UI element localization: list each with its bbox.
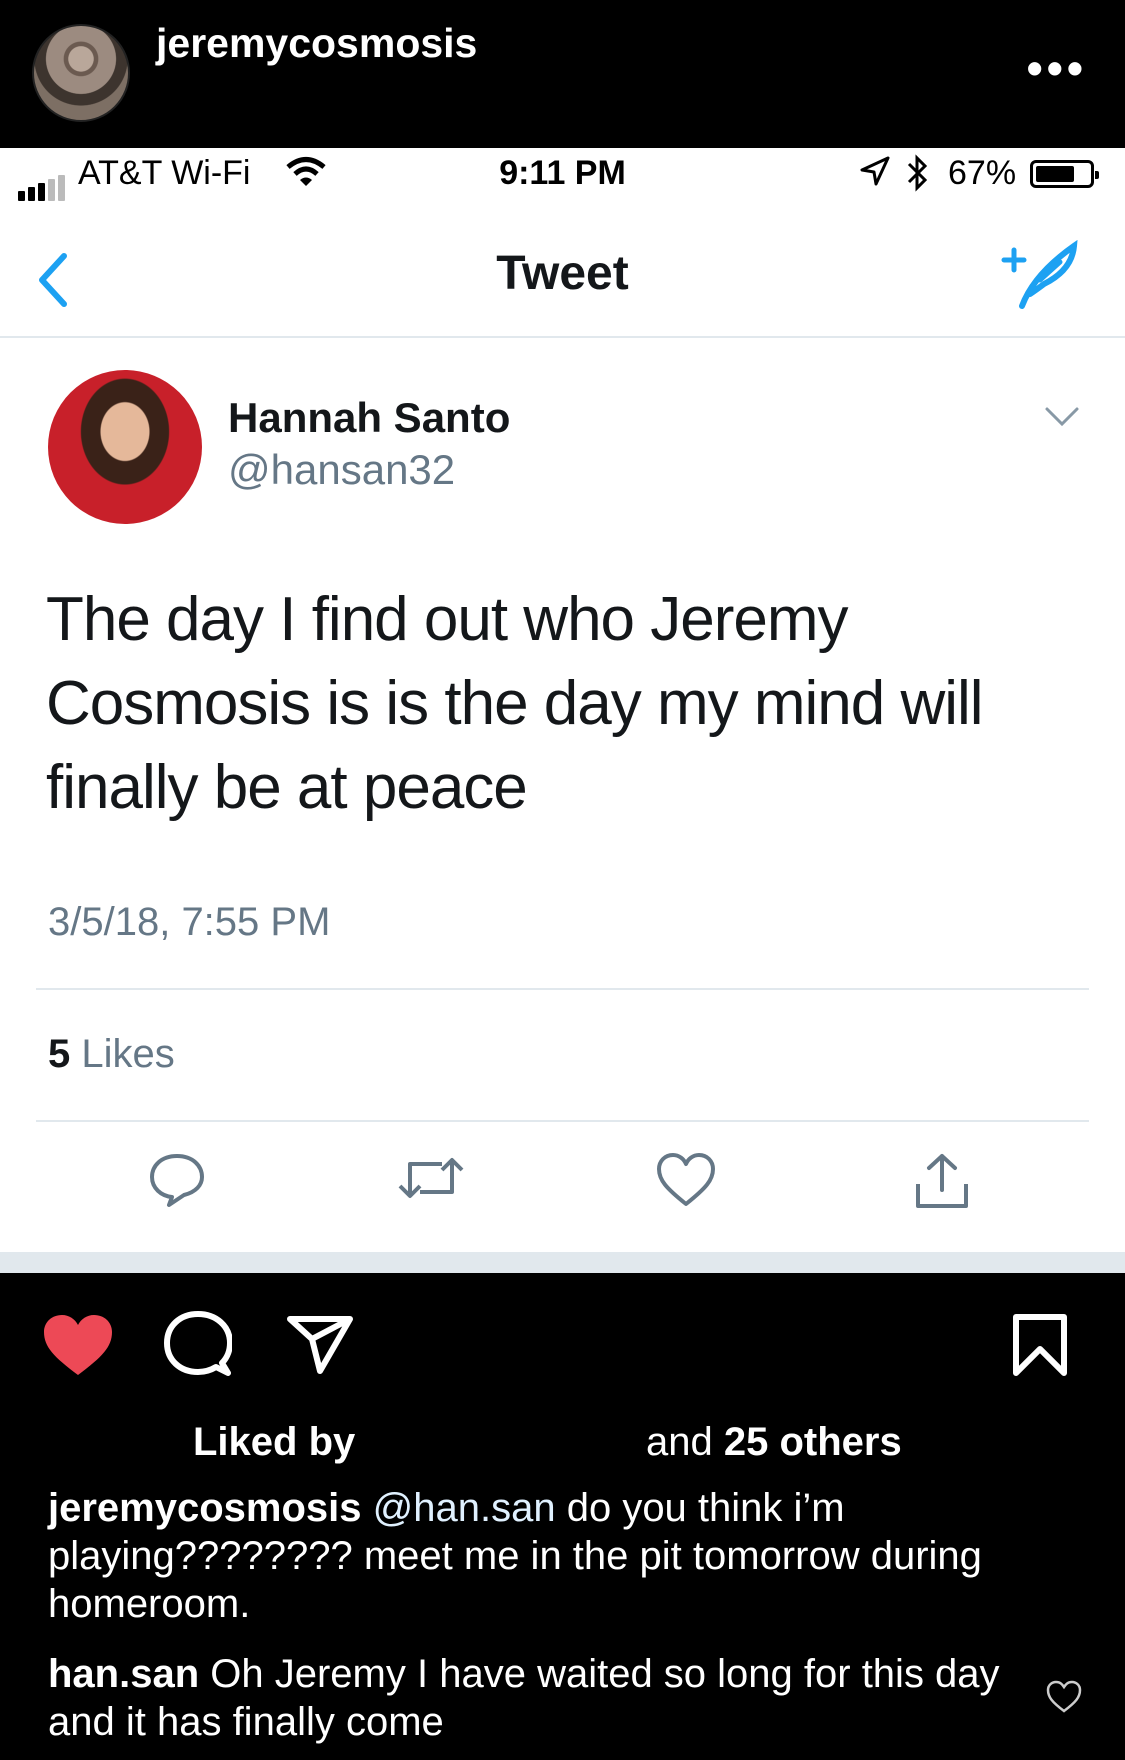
status-bar: AT&T Wi-Fi 9:11 PM 67% <box>0 148 1125 201</box>
author-name[interactable]: Hannah Santo <box>228 394 510 442</box>
bookmark-icon[interactable] <box>1012 1313 1068 1382</box>
heart-outline-icon[interactable] <box>1046 1680 1082 1719</box>
reply-icon[interactable] <box>148 1152 206 1213</box>
likes-label: Likes <box>70 1032 175 1076</box>
post-username[interactable]: jeremycosmosis <box>156 20 477 67</box>
tweet-text: The day I find out who Jeremy Cosmosis i… <box>46 585 984 822</box>
liked-by-prefix: Liked by <box>193 1420 356 1464</box>
tweet-navbar: Tweet <box>0 208 1125 338</box>
bluetooth-icon <box>905 154 931 201</box>
author-avatar[interactable] <box>48 370 202 524</box>
more-options-icon[interactable]: ••• <box>1027 45 1087 91</box>
battery-percent: 67% <box>948 154 1017 192</box>
share-icon[interactable] <box>286 1313 354 1380</box>
heart-filled-icon[interactable] <box>42 1313 114 1382</box>
tweet-timestamp: 3/5/18, 7:55 PM <box>48 900 331 944</box>
like-heart-icon[interactable] <box>656 1152 716 1213</box>
instagram-post-header: jeremycosmosis ••• <box>0 0 1125 148</box>
chevron-down-icon[interactable] <box>1044 406 1080 433</box>
likes-count[interactable]: 5 Likes <box>48 1032 175 1077</box>
profile-avatar[interactable] <box>32 24 130 122</box>
comment-mention[interactable]: @han.san <box>373 1486 556 1530</box>
divider <box>36 988 1089 990</box>
divider <box>36 1120 1089 1122</box>
likes-number: 5 <box>48 1032 71 1076</box>
author-handle[interactable]: @hansan32 <box>228 446 455 494</box>
liked-by-count: 25 others <box>723 1420 902 1464</box>
comment-username[interactable]: han.san <box>48 1652 199 1696</box>
page-title: Tweet <box>496 247 629 300</box>
compose-tweet-icon[interactable] <box>1000 239 1080 315</box>
caption: jeremycosmosis @han.san do you think i’m… <box>48 1484 1028 1628</box>
location-icon <box>858 154 892 197</box>
post-action-bar <box>0 1273 1125 1413</box>
battery-icon <box>1030 160 1099 188</box>
comment: han.san Oh Jeremy I have waited so long … <box>48 1650 1028 1746</box>
divider <box>0 1252 1125 1273</box>
retweet-icon[interactable] <box>398 1152 464 1209</box>
share-upload-icon[interactable] <box>912 1152 972 1215</box>
liked-by-others[interactable]: and 25 others <box>646 1420 902 1465</box>
comment-icon[interactable] <box>164 1311 233 1382</box>
liked-by-and: and <box>646 1420 713 1464</box>
post-image: AT&T Wi-Fi 9:11 PM 67% Tweet Hannah Sant… <box>0 148 1125 1273</box>
comment-username[interactable]: jeremycosmosis <box>48 1486 362 1530</box>
